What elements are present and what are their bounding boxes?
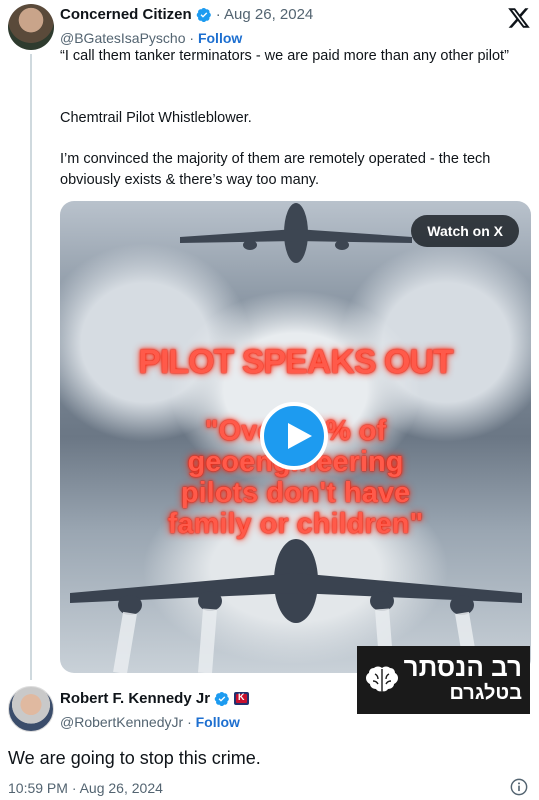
reply-follow-button[interactable]: Follow	[196, 714, 240, 730]
author-handle[interactable]: @BGatesIsaPyscho	[60, 30, 186, 46]
reply-author-row: Robert F. Kennedy Jr	[60, 690, 250, 707]
brain-icon	[366, 666, 398, 692]
video-overlay-title: PILOT SPEAKS OUT	[138, 343, 454, 381]
author-display-name[interactable]: Concerned Citizen	[60, 6, 192, 23]
verified-badge-icon	[196, 7, 211, 22]
separator-dot: ·	[187, 714, 192, 730]
reply-handle-row: @RobertKennedyJr · Follow	[60, 714, 240, 730]
video-overlay-line-3: pilots don't have	[180, 477, 411, 509]
watch-on-x-button[interactable]: Watch on X	[411, 215, 519, 247]
video-overlay-line-4: family or children"	[167, 508, 424, 540]
channel-platform: בטלגרם	[449, 682, 522, 704]
reply-author-display-name[interactable]: Robert F. Kennedy Jr	[60, 690, 210, 707]
tweet-text-line-3: I’m convinced the majority of them are r…	[60, 151, 491, 188]
tweet-text-line-2: Chemtrail Pilot Whistleblower.	[60, 110, 252, 126]
separator-dot: ·	[189, 30, 195, 46]
avatar-concerned-citizen[interactable]	[8, 4, 54, 50]
channel-watermark-badge: רב הנסתר בטלגרם	[357, 646, 530, 714]
author-row: Concerned Citizen · Aug 26, 2024	[60, 6, 313, 23]
thread-connector-line	[30, 54, 32, 680]
campaign-flag-icon	[234, 692, 250, 705]
verified-badge-icon	[214, 691, 229, 706]
post-date[interactable]: · Aug 26, 2024	[216, 6, 314, 23]
follow-button[interactable]: Follow	[198, 30, 242, 46]
video-media[interactable]: Watch on X PILOT SPEAKS OUT "Over 90% of…	[60, 201, 531, 673]
x-logo-icon[interactable]	[507, 6, 531, 30]
reply-author-handle[interactable]: @RobertKennedyJr	[60, 714, 183, 730]
play-icon[interactable]	[260, 402, 328, 470]
reply-tweet-text: We are going to stop this crime.	[8, 748, 261, 768]
tweet-text-line-1: “I call them tanker terminators - we are…	[60, 48, 509, 64]
channel-name: רב הנסתר	[403, 652, 522, 682]
avatar-robert-kennedy[interactable]	[8, 686, 54, 732]
info-icon[interactable]	[510, 778, 528, 796]
reply-timestamp[interactable]: 10:59 PM · Aug 26, 2024	[8, 780, 163, 796]
handle-row: @BGatesIsaPyscho · Follow	[60, 30, 242, 46]
